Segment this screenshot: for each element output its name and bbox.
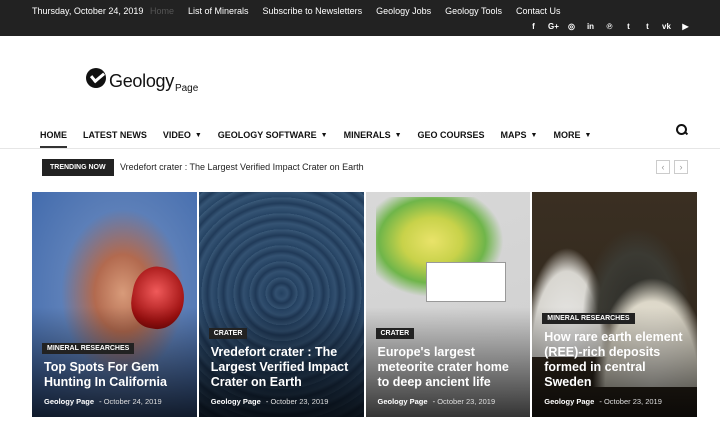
site-logo[interactable]: Geology Page [86, 68, 199, 94]
top-nav-geology-jobs[interactable]: Geology Jobs [376, 6, 431, 16]
card-author[interactable]: Geology Page [211, 397, 261, 406]
card-date: October 24, 2019 [103, 397, 162, 406]
nav-geology-software[interactable]: GEOLOGY SOFTWARE ▼ [218, 130, 328, 140]
featured-grid: MINERAL RESEARCHES Top Spots For Gem Hun… [32, 192, 697, 417]
nav-geo-courses[interactable]: GEO COURSES [418, 130, 485, 140]
card-meta: Geology Page - October 23, 2019 [210, 397, 329, 406]
social-icons: f G+ ◎ in ℗ t t vk ▶ [529, 22, 690, 31]
card-date: October 23, 2019 [437, 397, 496, 406]
prev-arrow-icon[interactable]: ‹ [656, 160, 670, 174]
youtube-icon[interactable]: ▶ [681, 22, 690, 31]
linkedin-icon[interactable]: in [586, 22, 595, 31]
nav-minerals[interactable]: MINERALS ▼ [344, 130, 402, 140]
card-title[interactable]: Top Spots For Gem Hunting In California [44, 360, 187, 390]
featured-card[interactable]: CRATER Vredefort crater : The Largest Ve… [198, 192, 364, 417]
trending-now-badge: TRENDING NOW [42, 159, 114, 176]
top-nav-list-of-minerals[interactable]: List of Minerals [188, 6, 249, 16]
facebook-icon[interactable]: f [529, 22, 538, 31]
trending-title[interactable]: Vredefort crater : The Largest Verified … [120, 162, 364, 172]
card-author[interactable]: Geology Page [544, 397, 594, 406]
chevron-down-icon: ▼ [394, 131, 402, 139]
card-title[interactable]: Europe's largest meteorite crater home t… [378, 345, 521, 390]
chevron-down-icon: ▼ [530, 131, 538, 139]
nav-divider [0, 148, 720, 149]
instagram-icon[interactable]: ◎ [567, 22, 576, 31]
nav-maps[interactable]: MAPS ▼ [501, 130, 538, 140]
logo-sub: Page [174, 83, 199, 94]
current-date: Thursday, October 24, 2019 [32, 6, 144, 16]
top-nav-subscribe[interactable]: Subscribe to Newsletters [263, 6, 363, 16]
card-meta: Geology Page - October 23, 2019 [544, 397, 662, 406]
search-icon[interactable] [676, 124, 688, 136]
nav-video[interactable]: VIDEO ▼ [163, 130, 202, 140]
nav-home[interactable]: HOME [40, 130, 67, 148]
tumblr-icon[interactable]: t [624, 22, 633, 31]
top-nav-contact-us[interactable]: Contact Us [516, 6, 561, 16]
main-nav: HOME LATEST NEWS VIDEO ▼ GEOLOGY SOFTWARE… [32, 122, 697, 148]
category-badge[interactable]: MINERAL RESEARCHES [542, 313, 635, 324]
nav-latest-news[interactable]: LATEST NEWS [83, 130, 147, 140]
featured-card[interactable]: CRATER Europe's largest meteorite crater… [365, 192, 531, 417]
nav-more[interactable]: MORE ▼ [553, 130, 591, 140]
card-date: October 23, 2019 [603, 397, 662, 406]
chevron-down-icon: ▼ [584, 131, 592, 139]
pinterest-icon[interactable]: ℗ [605, 22, 614, 31]
card-meta: Geology Page - October 23, 2019 [377, 397, 496, 406]
card-author[interactable]: Geology Page [44, 397, 94, 406]
category-badge[interactable]: CRATER [208, 328, 248, 339]
logo-check-icon [86, 68, 106, 88]
top-nav-home[interactable]: Home [150, 6, 174, 16]
category-badge[interactable]: CRATER [375, 328, 415, 339]
card-date: October 23, 2019 [270, 397, 329, 406]
chevron-down-icon: ▼ [320, 131, 328, 139]
card-author[interactable]: Geology Page [378, 397, 428, 406]
trending-arrows: ‹ › [656, 160, 688, 174]
top-bar: Thursday, October 24, 2019 Home List of … [0, 0, 720, 36]
logo-word: Geology [109, 71, 174, 91]
top-nav: Home List of Minerals Subscribe to Newsl… [150, 6, 575, 16]
category-badge[interactable]: MINERAL RESEARCHES [42, 343, 135, 354]
card-title[interactable]: Vredefort crater : The Largest Verified … [211, 345, 354, 390]
next-arrow-icon[interactable]: › [674, 160, 688, 174]
twitter-icon[interactable]: t [643, 22, 652, 31]
card-meta: Geology Page - October 24, 2019 [44, 397, 162, 406]
top-nav-geology-tools[interactable]: Geology Tools [445, 6, 502, 16]
map-legend [425, 262, 506, 302]
featured-card[interactable]: MINERAL RESEARCHES How rare earth elemen… [532, 192, 697, 417]
chevron-down-icon: ▼ [194, 131, 202, 139]
google-plus-icon[interactable]: G+ [548, 22, 559, 31]
card-title[interactable]: How rare earth element (REE)-rich deposi… [544, 330, 687, 390]
vk-icon[interactable]: vk [662, 22, 671, 31]
featured-card[interactable]: MINERAL RESEARCHES Top Spots For Gem Hun… [32, 192, 197, 417]
